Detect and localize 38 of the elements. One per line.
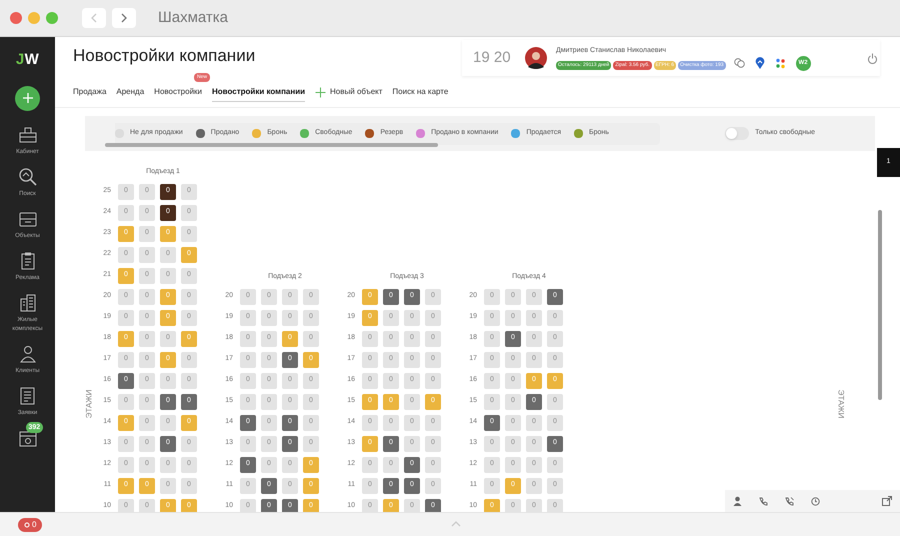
counter-badge[interactable]: 0	[18, 518, 42, 532]
page-title: Новостройки компании	[73, 45, 256, 67]
search-icon[interactable]	[18, 166, 38, 186]
people-icon[interactable]	[18, 344, 38, 364]
nav-tab[interactable]: Поиск на карте	[392, 82, 448, 102]
phone-icon[interactable]	[785, 496, 794, 506]
clock-time: 19 20	[473, 48, 512, 68]
external-link-icon[interactable]	[882, 496, 892, 506]
scrollbar[interactable]	[105, 143, 438, 147]
buildings-icon[interactable]	[18, 292, 38, 312]
plus-icon	[22, 92, 34, 104]
axis-label: ЭТАЖИ	[83, 390, 94, 418]
person-icon[interactable]	[733, 496, 742, 506]
add-button[interactable]	[15, 86, 40, 110]
close-window-icon[interactable]	[10, 12, 22, 24]
toggle-switch[interactable]	[725, 127, 750, 140]
nav-tab[interactable]: Новостройки компании	[212, 82, 306, 102]
power-icon[interactable]	[867, 52, 878, 64]
chevron-right-icon	[120, 13, 128, 23]
axis-label: ЭТАЖИ	[835, 390, 846, 418]
checklist-icon[interactable]	[18, 386, 38, 406]
plus-icon	[315, 86, 326, 98]
avatar-icon[interactable]	[525, 47, 547, 69]
nav-tab[interactable]: Новый объект	[330, 82, 382, 102]
clock-icon[interactable]	[811, 496, 820, 506]
phone-icon[interactable]	[759, 496, 768, 506]
chevron-left-icon	[90, 13, 98, 23]
scrollbar[interactable]	[878, 210, 882, 400]
map-pin-icon[interactable]	[754, 57, 765, 69]
dots-icon[interactable]	[774, 58, 786, 68]
logo: JW	[16, 50, 40, 70]
nav-tab[interactable]: Новостройки	[154, 82, 202, 102]
forward-button[interactable]	[112, 8, 136, 28]
chat-icon[interactable]	[734, 58, 745, 68]
nav-tab[interactable]: Аренда	[116, 82, 144, 102]
nav-tab[interactable]: Продажа	[73, 82, 106, 102]
window-title: Шахматка	[158, 8, 228, 28]
briefcase-icon[interactable]	[18, 124, 38, 144]
